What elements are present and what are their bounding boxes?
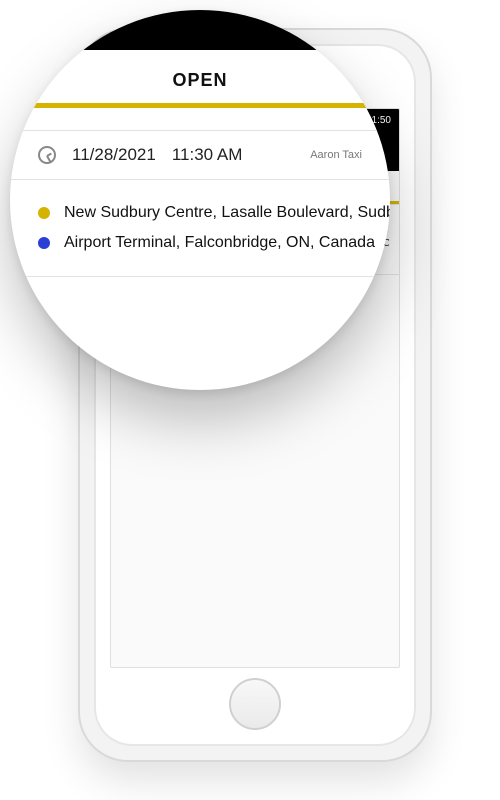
clock-icon (38, 146, 56, 164)
home-button[interactable] (229, 678, 281, 730)
mag-dropoff-address: Airport Terminal, Falconbridge, ON, Cana… (64, 234, 375, 252)
pickup-dot-icon (38, 207, 50, 219)
dropoff-dot-icon (38, 237, 50, 249)
mag-pickup-address: New Sudbury Centre, Lasalle Boulevard, S… (64, 204, 390, 222)
magnifier-lens: 11:50 OPEN 11/28/2021 11:30 AM Aaron Tax… (10, 10, 390, 390)
mag-pickup-row: New Sudbury Centre, Lasalle Boulevard, S… (38, 198, 362, 228)
mag-status-bar: 11:50 (10, 10, 390, 50)
mag-status-time: 11:50 (334, 23, 366, 38)
mag-tabs: OPEN (10, 50, 390, 108)
location-icon (312, 23, 326, 37)
mag-dropoff-row: Airport Terminal, Falconbridge, ON, Cana… (38, 228, 362, 258)
mag-time-row: 11/28/2021 11:30 AM Aaron Taxi (10, 130, 390, 180)
magnifier-content: 11:50 OPEN 11/28/2021 11:30 AM Aaron Tax… (10, 10, 390, 390)
mag-ride-time: 11:30 AM (172, 145, 243, 165)
mag-ride-provider: Aaron Taxi (310, 149, 362, 161)
mag-ride-date: 11/28/2021 (72, 145, 156, 165)
mag-tab-open-label: OPEN (172, 70, 227, 90)
mag-address-block: New Sudbury Centre, Lasalle Boulevard, S… (10, 180, 390, 277)
mag-tab-open[interactable]: OPEN (10, 50, 390, 107)
